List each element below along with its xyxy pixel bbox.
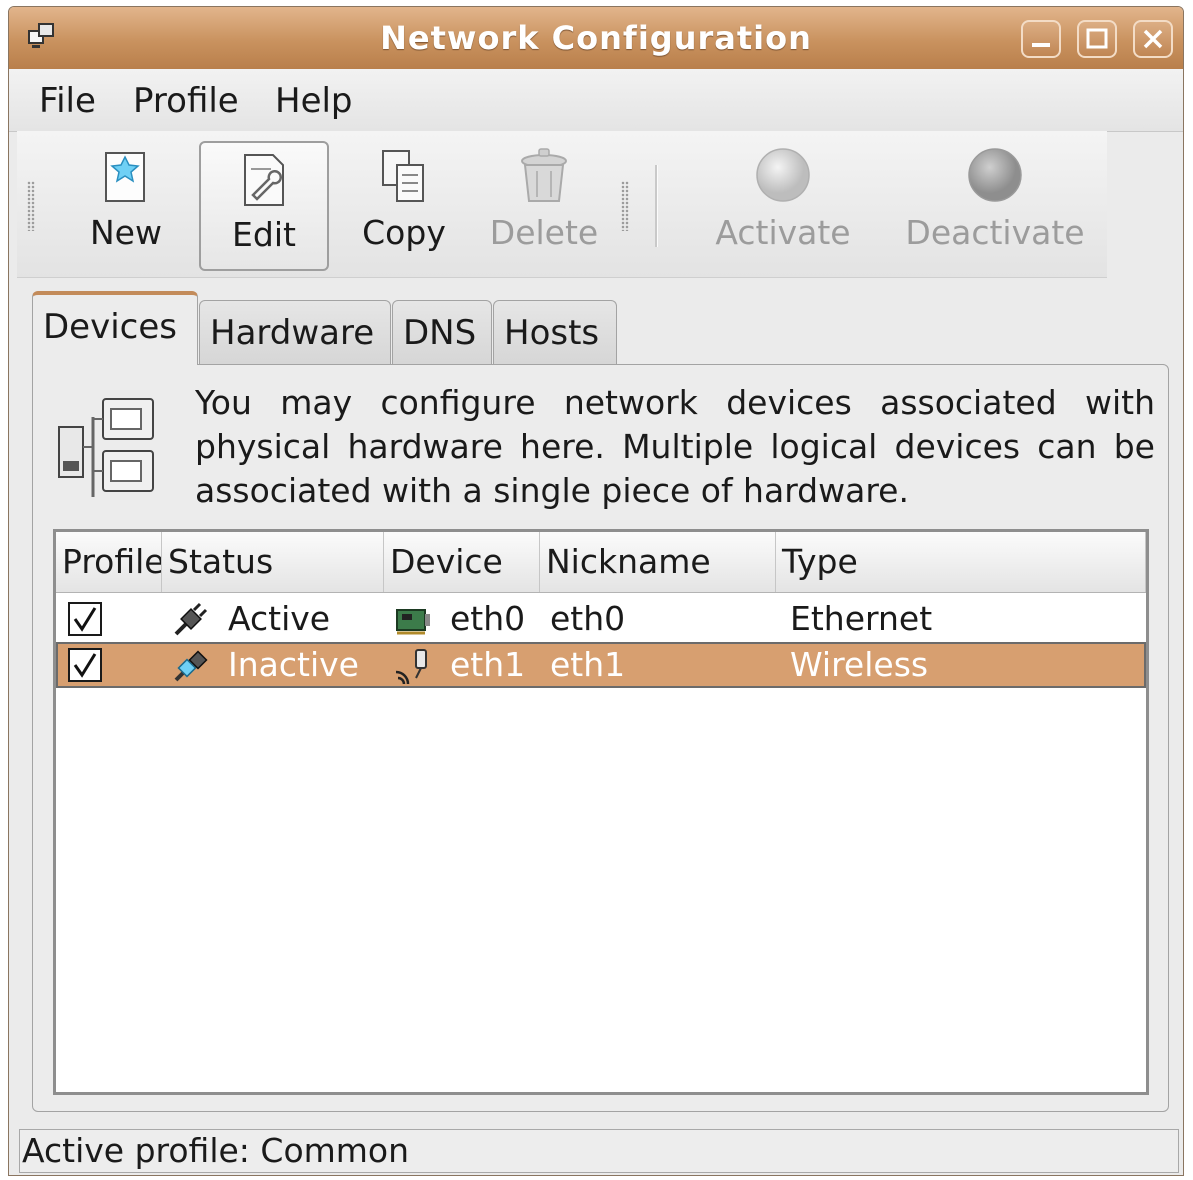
delete-button[interactable]: Delete [479,141,609,271]
type-cell: Wireless [790,645,929,684]
copy-button[interactable]: Copy [339,141,469,271]
deactivate-button[interactable]: Deactivate [897,141,1093,271]
title-bar[interactable]: Network Configuration [9,7,1183,70]
new-button[interactable]: New [61,141,191,271]
tab-hardware-label: Hardware [210,313,375,353]
menu-help[interactable]: Help [275,81,353,121]
device-cell: eth1 [450,645,526,684]
toolbar: New Edit Copy Delete Activate Deactivate [17,131,1107,278]
copy-label: Copy [362,213,446,252]
toolbar-grip[interactable] [27,181,35,231]
devices-description: You may configure network devices associ… [195,383,1155,510]
minimize-icon [1032,43,1050,47]
nickname-cell: eth0 [550,599,626,638]
column-header-status[interactable]: Status [162,532,384,592]
new-label: New [90,213,162,252]
close-button[interactable] [1133,20,1173,58]
check-icon [73,607,97,632]
nickname-cell: eth1 [550,645,626,684]
tab-hosts-label: Hosts [504,313,600,353]
devices-list-header: Profile Status Device Nickname Type [56,532,1146,593]
toolbar-separator [655,165,658,247]
ethernet-card-icon [396,609,430,635]
devices-list[interactable]: Profile Status Device Nickname Type Acti… [53,529,1149,1095]
plug-disconnected-icon [174,650,208,682]
network-devices-icon [58,398,154,497]
edit-document-icon [244,154,284,206]
network-configuration-window: Network Configuration File Profile Help … [8,6,1184,1176]
plug-connected-icon [174,602,208,636]
tab-devices[interactable]: Devices [32,291,198,365]
copy-icon [382,150,424,202]
status-bar: Active profile: Common [19,1129,1179,1173]
check-icon [73,653,97,678]
status-cell: Active [228,599,331,638]
column-header-device[interactable]: Device [384,532,540,592]
maximize-icon [1086,28,1108,49]
menu-file[interactable]: File [39,81,96,121]
toolbar-grip-2[interactable] [621,181,629,231]
wireless-card-icon [395,649,427,684]
activate-icon [756,148,810,202]
table-row-selected[interactable]: Inactive eth1 eth1 Wireless [56,642,1146,688]
tab-devices-label: Devices [43,307,177,347]
profile-checkbox[interactable] [68,648,102,682]
new-document-icon [105,152,145,202]
column-header-type[interactable]: Type [776,532,1146,592]
menu-bar: File Profile Help [9,69,1183,132]
tab-dns[interactable]: DNS [392,300,492,364]
device-cell: eth0 [450,599,526,638]
delete-label: Delete [489,213,599,252]
tab-dns-label: DNS [403,313,477,353]
window-title: Network Configuration [380,19,812,57]
activate-button[interactable]: Activate [703,141,863,271]
column-header-profile[interactable]: Profile [56,532,162,592]
menu-profile[interactable]: Profile [133,81,239,121]
activate-label: Activate [715,213,851,252]
table-row[interactable]: Active eth0 eth0 Ethernet [56,596,1146,642]
close-icon [1143,29,1163,49]
maximize-button[interactable] [1077,20,1117,58]
deactivate-label: Deactivate [905,213,1085,252]
tab-hosts[interactable]: Hosts [493,300,617,364]
minimize-button[interactable] [1021,20,1061,58]
deactivate-icon [968,148,1022,202]
edit-label: Edit [232,215,296,254]
devices-panel: You may configure network devices associ… [32,364,1169,1112]
profile-checkbox[interactable] [68,602,102,636]
type-cell: Ethernet [790,599,933,638]
edit-button[interactable]: Edit [199,141,329,271]
tab-hardware[interactable]: Hardware [199,300,391,364]
column-header-nickname[interactable]: Nickname [540,532,776,592]
trash-icon [521,148,567,202]
status-cell: Inactive [228,645,359,684]
